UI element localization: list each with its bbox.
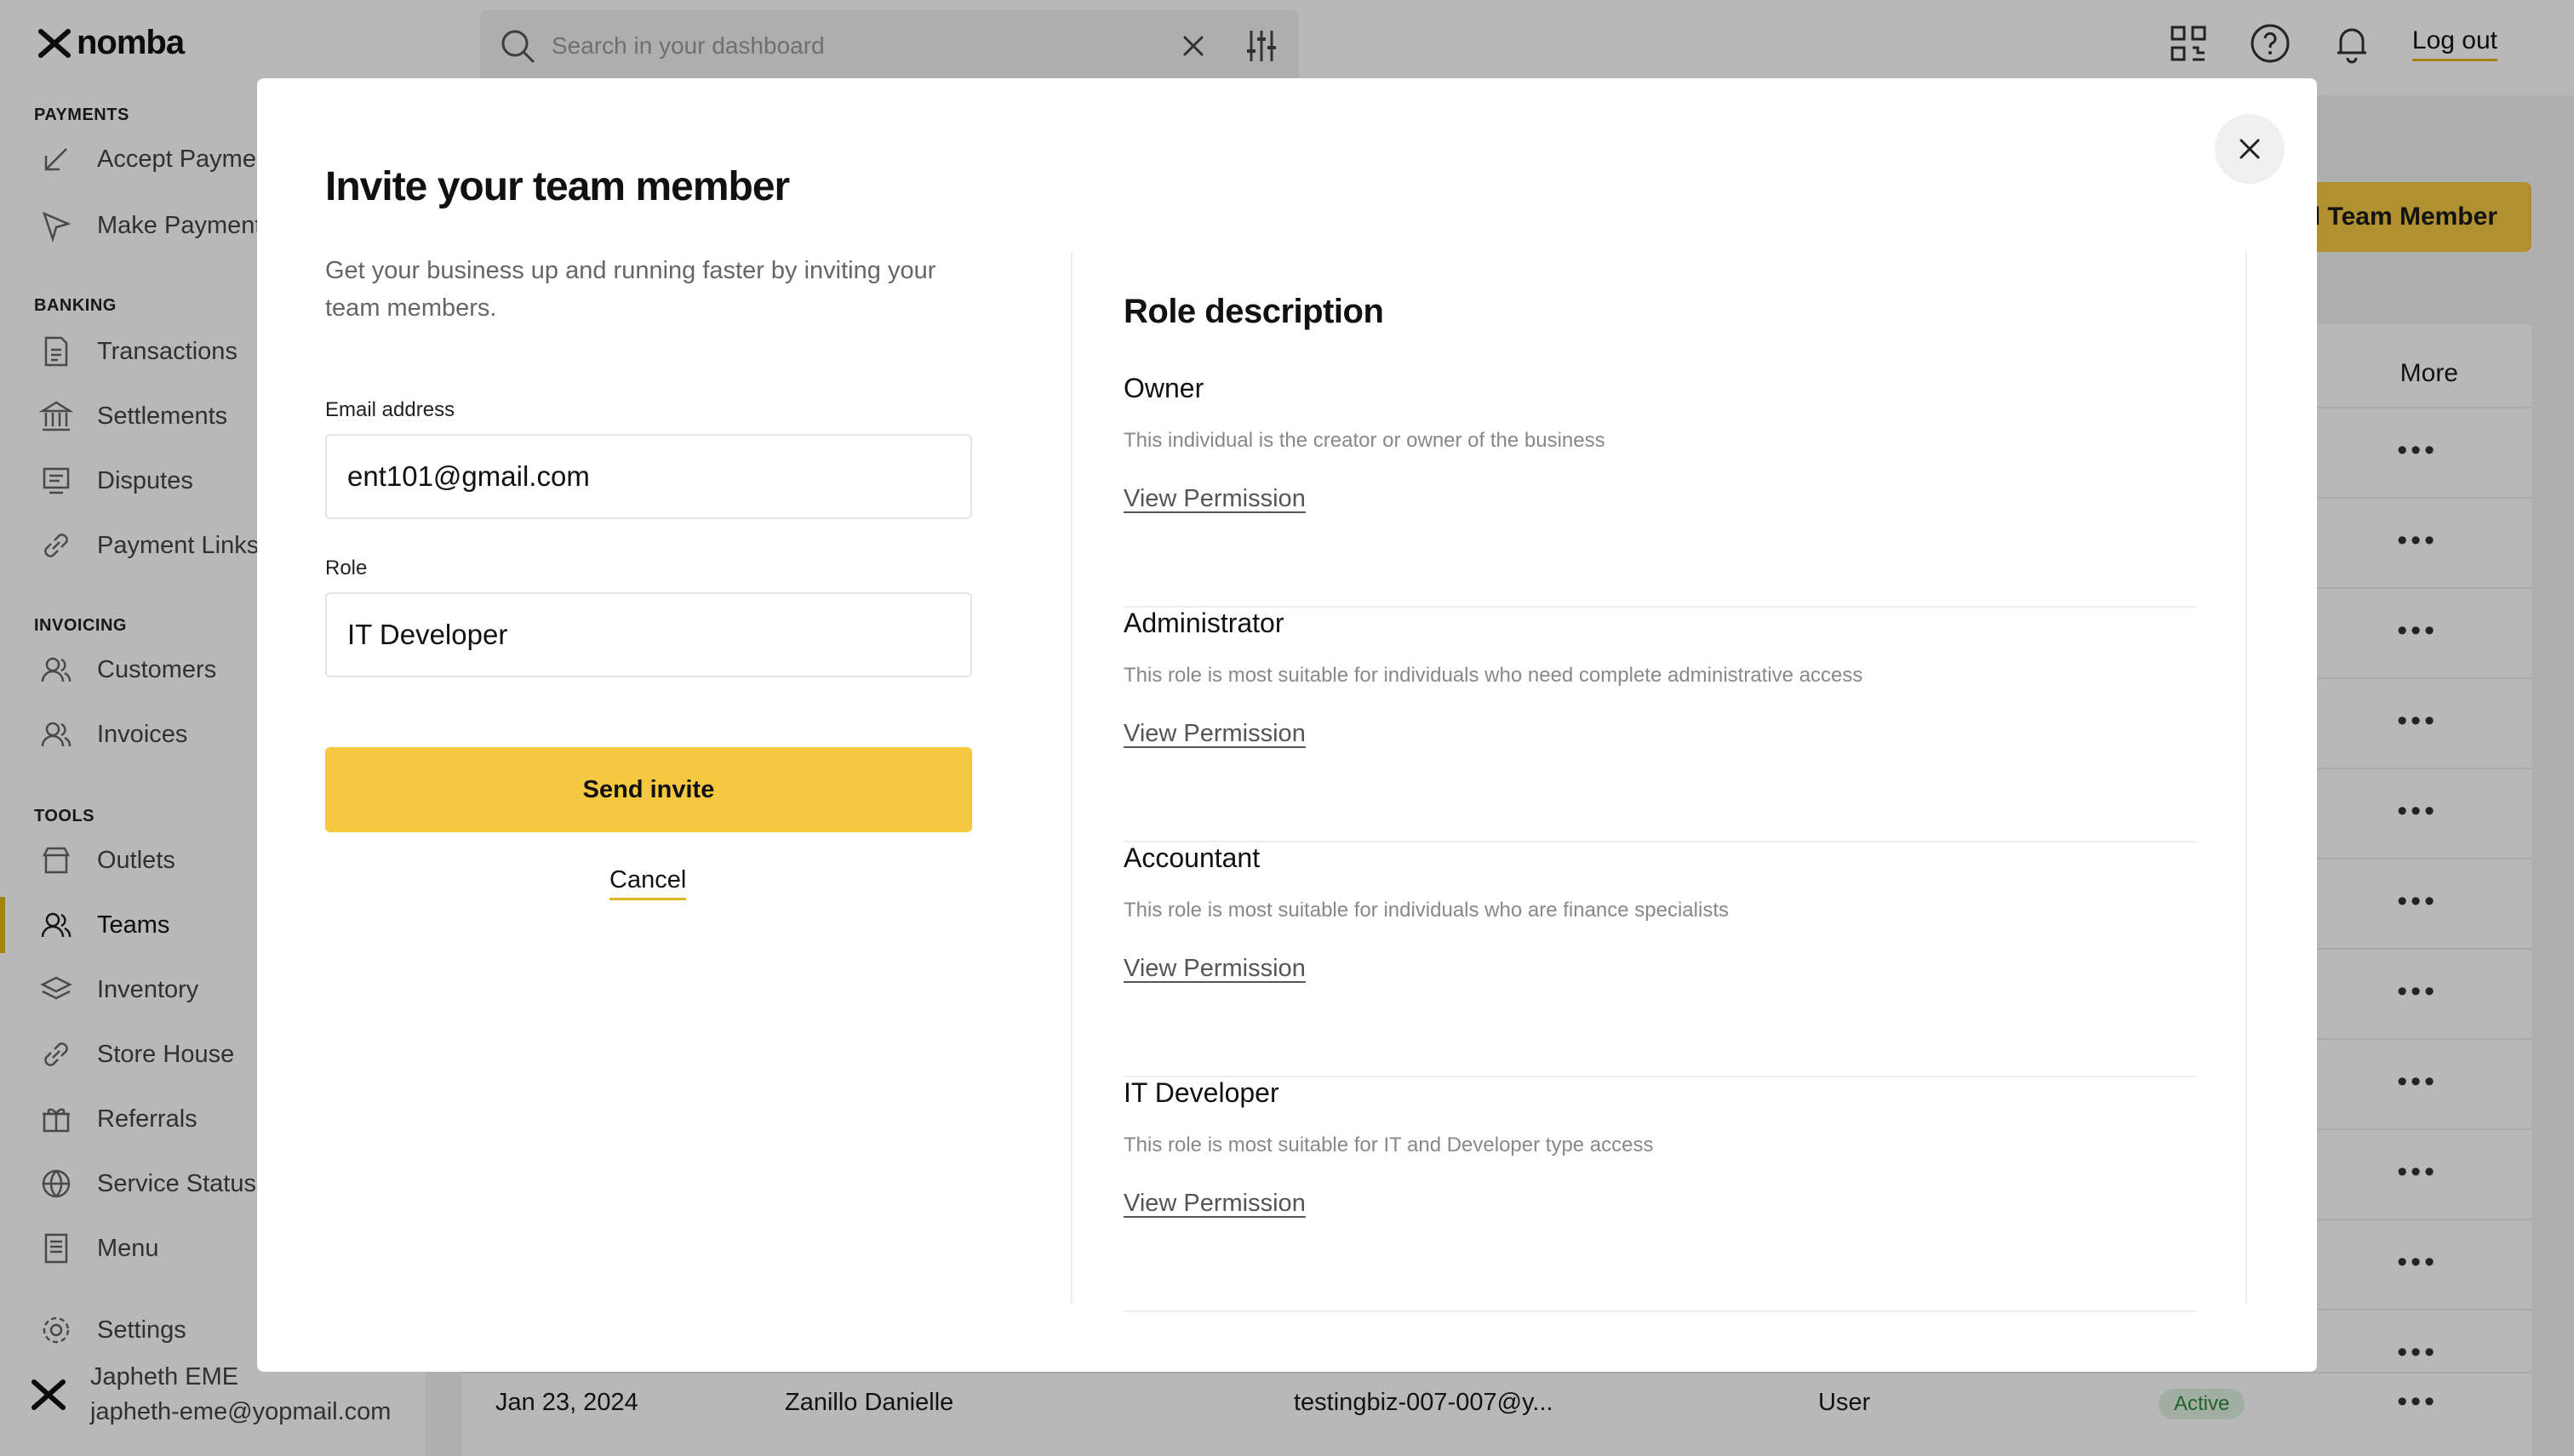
role-description-title: Role description <box>1124 293 1384 330</box>
view-permission-link[interactable]: View Permission <box>1124 485 1306 513</box>
view-permission-link[interactable]: View Permission <box>1124 955 1306 983</box>
role-name: Owner <box>1124 373 1204 403</box>
role-owner: Owner This individual is the creator or … <box>1124 373 2196 608</box>
role-description: This role is most suitable for individua… <box>1124 899 1729 922</box>
scroll-edge <box>2245 252 2247 1304</box>
column-divider <box>1071 252 1072 1304</box>
role-it-developer: IT Developer This role is most suitable … <box>1124 1077 2196 1312</box>
email-field[interactable]: ent101@gmail.com <box>325 434 972 519</box>
close-modal-button[interactable] <box>2215 114 2285 184</box>
role-description-panel: Role description Owner This individual i… <box>1124 293 2196 1312</box>
role-name: IT Developer <box>1124 1077 1279 1108</box>
role-name: Accountant <box>1124 842 1261 873</box>
role-description: This individual is the creator or owner … <box>1124 429 1605 452</box>
send-invite-button[interactable]: Send invite <box>325 747 972 832</box>
view-permission-link[interactable]: View Permission <box>1124 1190 1306 1218</box>
view-permission-link[interactable]: View Permission <box>1124 720 1306 748</box>
cancel-button[interactable]: Cancel <box>609 866 687 900</box>
invite-team-member-modal: Invite your team member Get your busines… <box>257 78 2317 1372</box>
email-label: Email address <box>325 398 455 421</box>
role-administrator: Administrator This role is most suitable… <box>1124 608 2196 842</box>
role-accountant: Accountant This role is most suitable fo… <box>1124 842 2196 1077</box>
role-name: Administrator <box>1124 608 1284 638</box>
modal-title: Invite your team member <box>325 164 790 209</box>
close-icon <box>2239 139 2260 159</box>
role-description: This role is most suitable for IT and De… <box>1124 1133 1654 1156</box>
role-label: Role <box>325 557 368 580</box>
role-description: This role is most suitable for individua… <box>1124 664 1863 687</box>
role-select[interactable]: IT Developer <box>325 592 972 677</box>
modal-subtitle: Get your business up and running faster … <box>325 257 936 322</box>
